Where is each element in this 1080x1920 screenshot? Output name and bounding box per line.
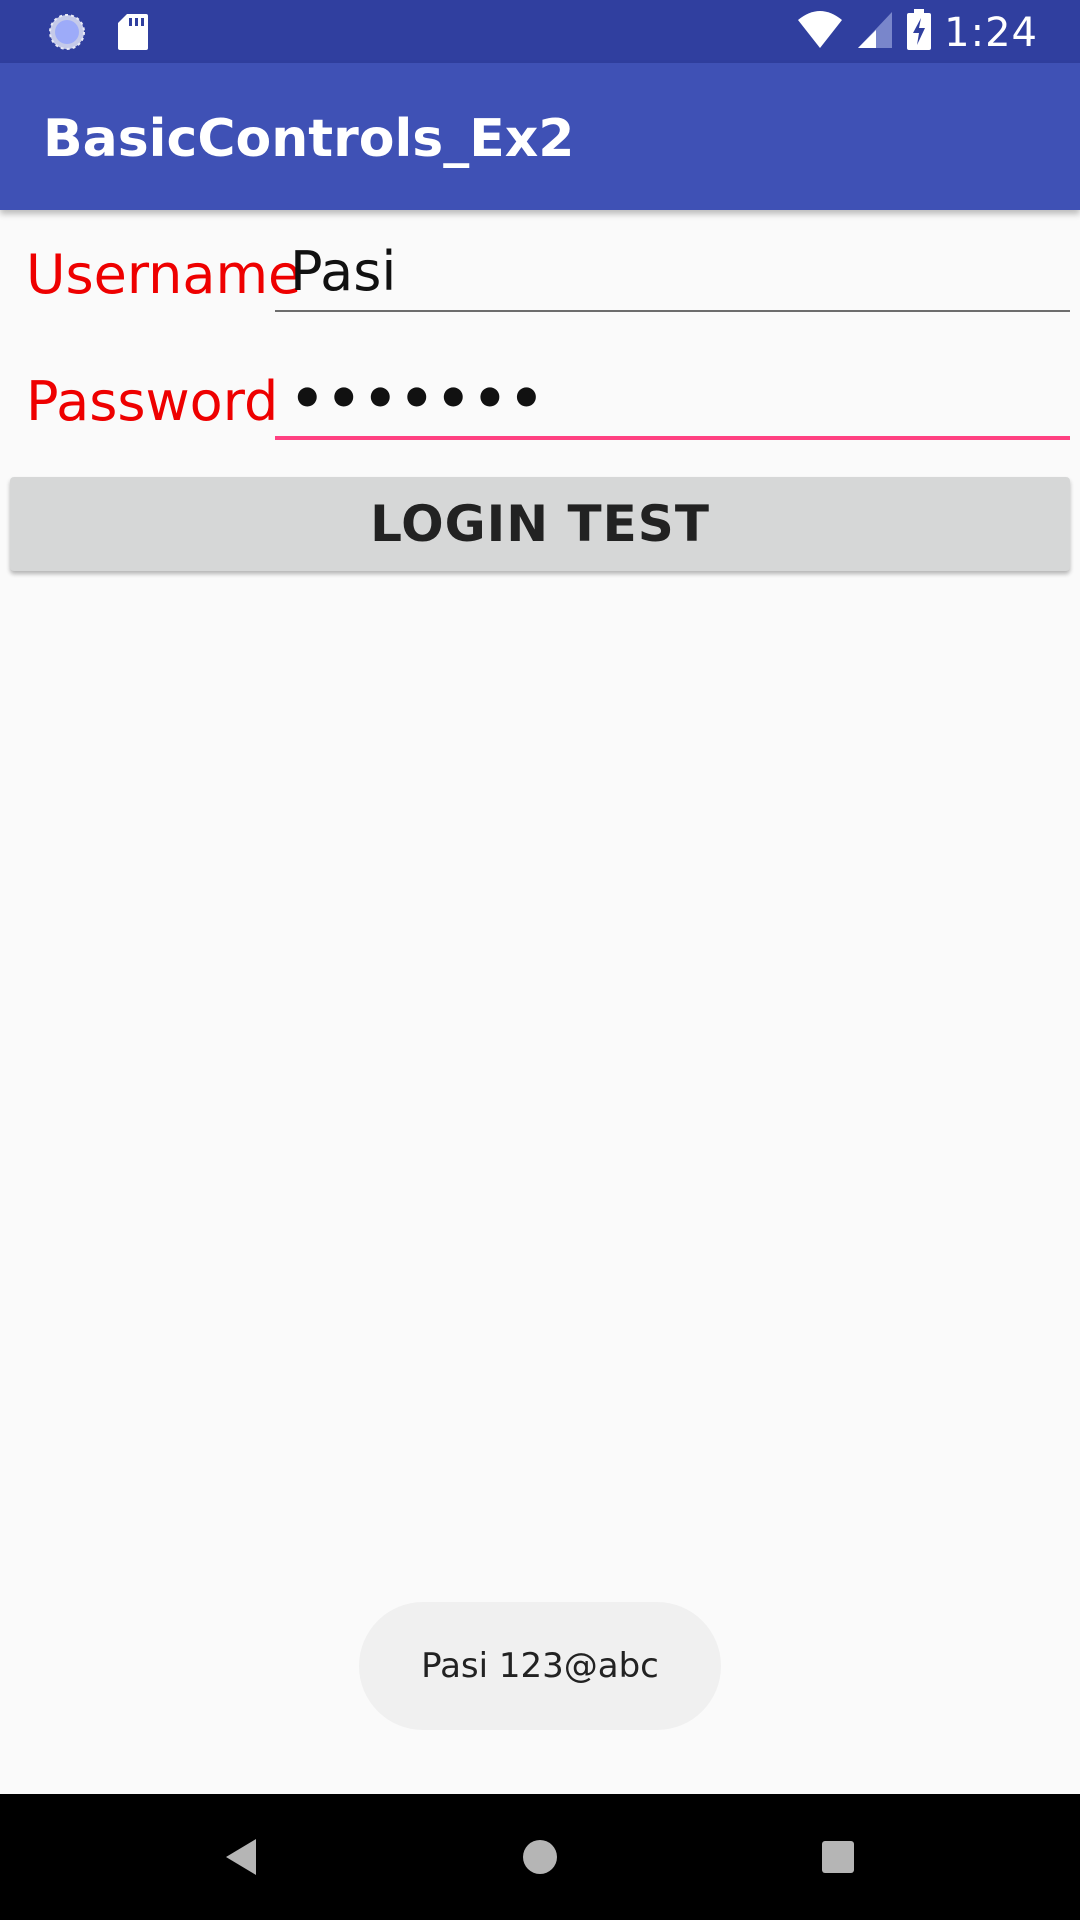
- toast-message: Pasi 123@abc: [359, 1602, 721, 1730]
- back-button[interactable]: [200, 1794, 280, 1920]
- app-title: BasicControls_Ex2: [43, 109, 575, 169]
- wifi-icon: [796, 10, 844, 55]
- status-bar: 1:24: [0, 0, 1080, 63]
- nav-bar: [0, 1794, 1080, 1920]
- password-input[interactable]: [275, 360, 1070, 440]
- app-bar: BasicControls_Ex2: [0, 63, 1080, 210]
- battery-charging-icon: [906, 9, 932, 56]
- recents-icon: [822, 1841, 854, 1873]
- recents-button[interactable]: [798, 1794, 878, 1920]
- username-input[interactable]: [275, 232, 1070, 312]
- home-icon: [523, 1840, 557, 1874]
- password-label: Password: [26, 370, 279, 433]
- status-left-icons: [47, 12, 149, 57]
- login-test-button[interactable]: LOGIN TEST: [10, 477, 1070, 571]
- username-label: Username: [26, 243, 302, 306]
- status-time: 1:24: [944, 9, 1038, 56]
- back-icon: [226, 1839, 256, 1875]
- cell-signal-icon: [856, 10, 894, 55]
- status-right-icons: 1:24: [796, 9, 1038, 56]
- sync-icon: [47, 12, 87, 57]
- sd-card-icon: [117, 13, 149, 56]
- home-button[interactable]: [500, 1794, 580, 1920]
